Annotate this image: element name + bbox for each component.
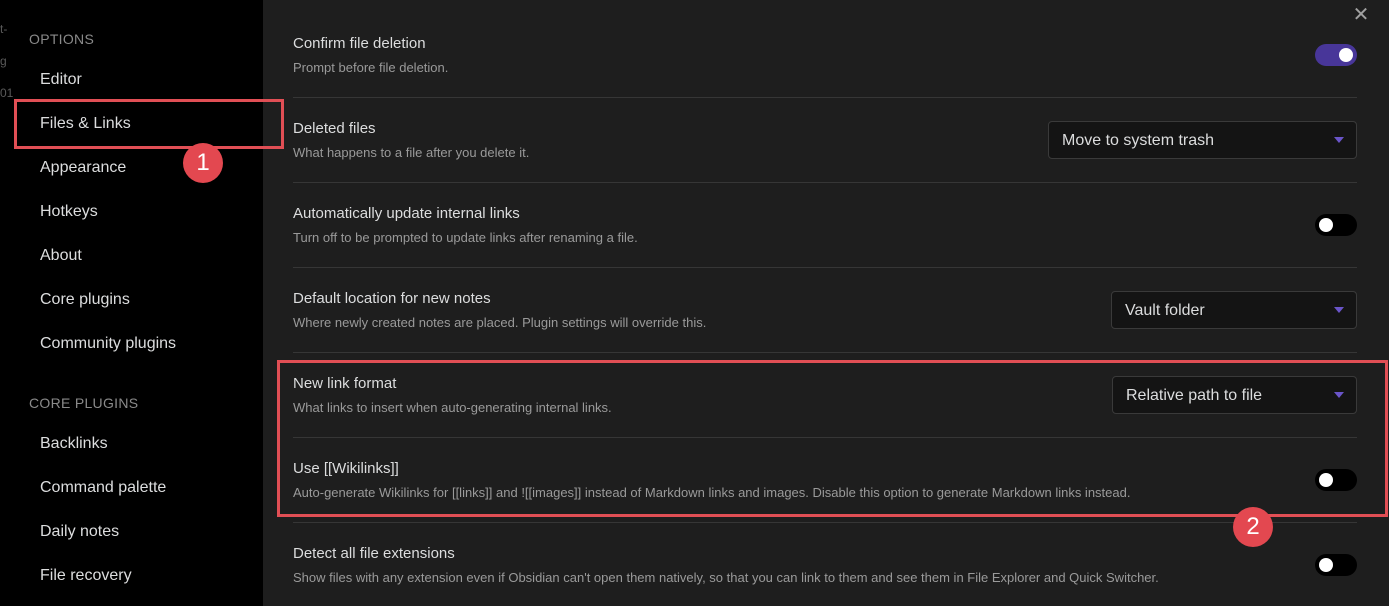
sidebar-item-about[interactable]: About [40,246,82,266]
setting-description: Where newly created notes are placed. Pl… [293,315,707,330]
highlight-box-files-links [14,99,284,149]
setting-description: Turn off to be prompted to update links … [293,230,638,245]
default-location-dropdown[interactable]: Vault folder [1111,291,1357,329]
options-section-label: OPTIONS [29,31,95,47]
setting-auto-update-links: Automatically update internal links Turn… [293,204,1357,254]
sidebar-item-appearance[interactable]: Appearance [40,158,126,178]
sidebar-item-hotkeys[interactable]: Hotkeys [40,202,98,222]
close-icon[interactable]: ✕ [1350,4,1372,26]
sidebar-item-editor[interactable]: Editor [40,70,82,90]
confirm-file-deletion-toggle[interactable] [1315,44,1357,66]
setting-name: Automatically update internal links [293,205,520,222]
setting-confirm-file-deletion: Confirm file deletion Prompt before file… [293,34,1357,84]
annotation-badge-2: 2 [1233,507,1273,547]
background-text-fragment: t- [0,22,8,36]
toggle-knob [1319,218,1333,232]
dropdown-value: Move to system trash [1062,132,1215,149]
divider [293,267,1357,268]
divider [293,522,1357,523]
settings-sidebar: t- g 01 OPTIONS Editor Files & Links App… [0,0,263,606]
sidebar-item-community-plugins[interactable]: Community plugins [40,334,176,354]
chevron-down-icon [1334,307,1344,313]
setting-description: Show files with any extension even if Ob… [293,570,1159,585]
divider [293,97,1357,98]
setting-name: Default location for new notes [293,290,491,307]
divider [293,182,1357,183]
dropdown-value: Vault folder [1125,302,1205,319]
toggle-knob [1319,558,1333,572]
setting-name: Detect all file extensions [293,545,455,562]
sidebar-item-file-recovery[interactable]: File recovery [40,566,132,586]
sidebar-item-daily-notes[interactable]: Daily notes [40,522,119,542]
sidebar-item-command-palette[interactable]: Command palette [40,478,166,498]
auto-update-links-toggle[interactable] [1315,214,1357,236]
setting-detect-all-extensions: Detect all file extensions Show files wi… [293,544,1357,594]
annotation-badge-1: 1 [183,143,223,183]
chevron-down-icon [1334,137,1344,143]
setting-name: Deleted files [293,120,376,137]
sidebar-item-backlinks[interactable]: Backlinks [40,434,108,454]
highlight-box-link-settings [277,360,1388,517]
setting-name: Confirm file deletion [293,35,426,52]
detect-extensions-toggle[interactable] [1315,554,1357,576]
core-plugins-section-label: CORE PLUGINS [29,395,139,411]
deleted-files-dropdown[interactable]: Move to system trash [1048,121,1357,159]
background-text-fragment: 01 [0,86,14,100]
divider [293,352,1357,353]
toggle-knob [1339,48,1353,62]
setting-description: What happens to a file after you delete … [293,145,530,160]
background-text-fragment: g [0,54,7,68]
sidebar-item-core-plugins[interactable]: Core plugins [40,290,130,310]
setting-description: Prompt before file deletion. [293,60,449,75]
